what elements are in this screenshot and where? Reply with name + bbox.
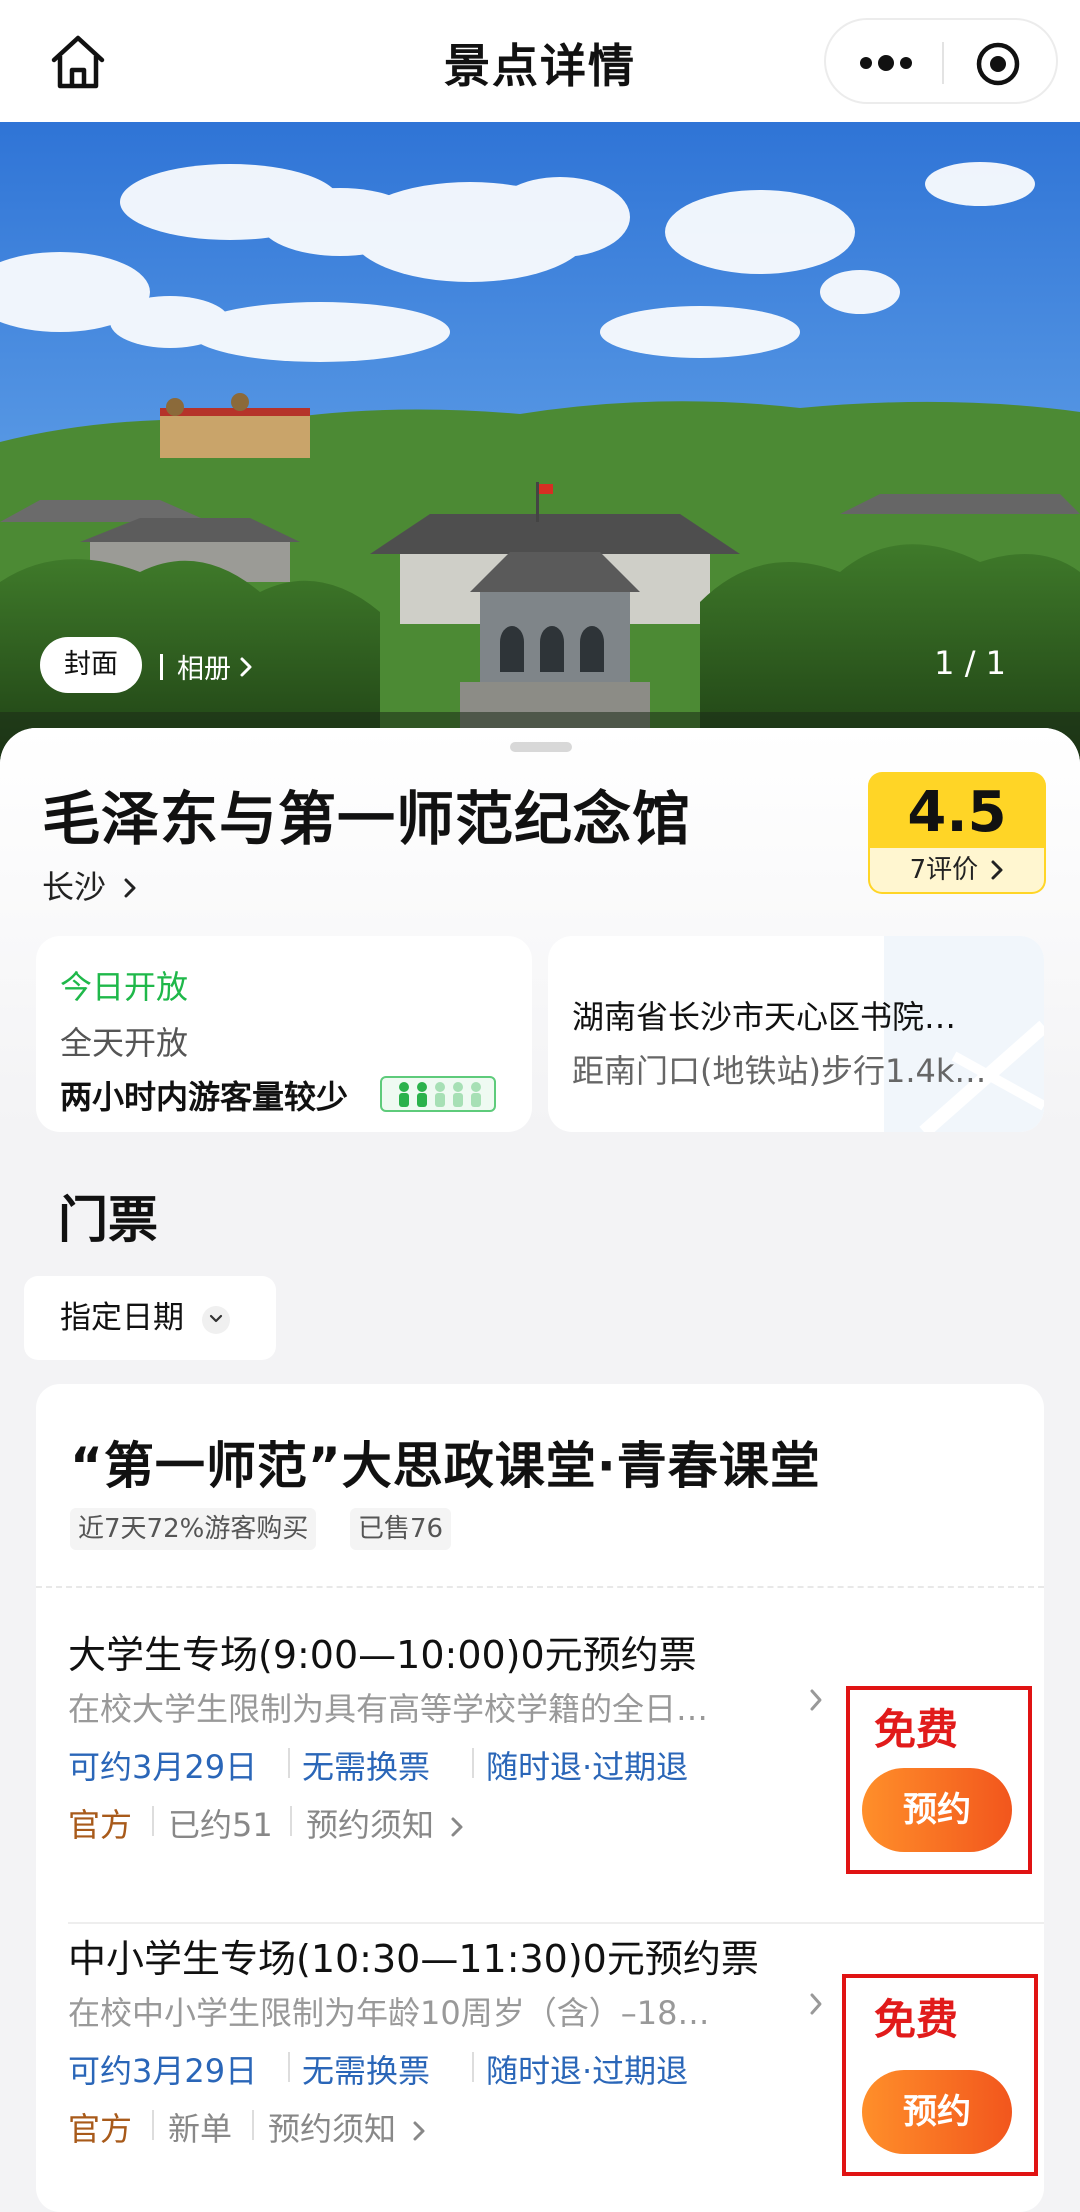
- attraction-name: 毛泽东与第一师范纪念馆: [42, 785, 692, 853]
- crowd-people-icon: [380, 1076, 496, 1112]
- top-bar: 景点详情: [0, 0, 1080, 122]
- meta-separator: [290, 1806, 292, 1836]
- ticket-name: 中小学生专场(10:30—11:30)0元预约票: [68, 1937, 759, 1981]
- feature-separator: [288, 2052, 290, 2082]
- review-count-label: 7评价: [909, 855, 979, 885]
- booking-notice-link[interactable]: 预约须知: [306, 1800, 464, 1846]
- crowd-level: 两小时内游客量较少: [60, 1078, 349, 1116]
- photo-counter: 1 / 1: [934, 644, 1006, 682]
- open-status: 今日开放: [60, 968, 189, 1006]
- available-date: 可约3月29日: [68, 1748, 258, 1786]
- price-free: 免费: [874, 1705, 959, 1754]
- distance-text: 距南门口(地铁站)步行1.4k…: [572, 1052, 987, 1090]
- sold-count-tag: 已售76: [350, 1508, 452, 1550]
- refund-policy: 随时退·过期退: [486, 2052, 689, 2090]
- rating-badge[interactable]: 4.5 7评价: [868, 772, 1046, 894]
- address-text: 湖南省长沙市天心区书院…: [572, 998, 957, 1036]
- meta-separator: [252, 2110, 254, 2140]
- official-badge: 官方: [68, 2110, 133, 2148]
- album-label: 相册: [177, 654, 231, 685]
- available-date: 可约3月29日: [68, 2052, 258, 2090]
- product-title[interactable]: “第一师范”大思政课堂·青春课堂: [70, 1426, 821, 1498]
- review-count: 7评价: [870, 848, 1044, 892]
- open-hours: 全天开放: [60, 1024, 189, 1062]
- chevron-right-icon: [413, 2121, 425, 2141]
- city-link[interactable]: 长沙: [42, 862, 138, 908]
- album-tab[interactable]: 相册: [160, 647, 253, 686]
- refund-policy: 随时退·过期退: [486, 1748, 689, 1786]
- booked-count: 已约51: [168, 1806, 273, 1844]
- chevron-right-icon: [451, 1817, 463, 1837]
- ticket-name: 大学生专场(9:00—10:00)0元预约票: [68, 1633, 697, 1677]
- ticket-description: 在校中小学生限制为年龄10周岁（含）–18…: [68, 1994, 710, 2032]
- album-separator: [160, 653, 163, 680]
- meta-separator: [152, 2110, 154, 2140]
- mini-program-capsule: [824, 18, 1058, 104]
- rating-score: 4.5: [907, 780, 1007, 845]
- new-listing-tag: 新单: [168, 2110, 233, 2148]
- item-divider: [68, 1922, 1044, 1924]
- booking-notice-label: 预约须知: [306, 1806, 435, 1844]
- address-card[interactable]: 湖南省长沙市天心区书院… 距南门口(地铁站)步行1.4k…: [548, 936, 1044, 1132]
- city-label: 长沙: [42, 868, 107, 906]
- cover-tab[interactable]: 封面: [40, 637, 142, 693]
- purchase-rate-tag: 近7天72%游客购买: [70, 1508, 317, 1550]
- chevron-right-icon: [124, 878, 136, 898]
- drag-handle[interactable]: [510, 742, 572, 752]
- date-filter-label: 指定日期: [60, 1300, 184, 1336]
- feature-separator: [472, 1748, 474, 1778]
- dashed-divider: [36, 1586, 1044, 1588]
- book-button[interactable]: 预约: [862, 1768, 1012, 1852]
- more-icon[interactable]: [854, 42, 918, 84]
- feature-separator: [472, 2052, 474, 2082]
- booking-notice-link[interactable]: 预约须知: [268, 2104, 426, 2150]
- opening-hours-card[interactable]: 今日开放 全天开放 两小时内游客量较少: [36, 936, 532, 1132]
- close-target-icon[interactable]: [974, 40, 1022, 88]
- official-badge: 官方: [68, 1806, 133, 1844]
- feature-separator: [288, 1748, 290, 1778]
- capsule-divider: [942, 42, 944, 84]
- tickets-section-title: 门票: [58, 1191, 158, 1249]
- no-exchange: 无需换票: [302, 1748, 431, 1786]
- ticket-description: 在校大学生限制为具有高等学校学籍的全日…: [68, 1690, 709, 1728]
- price-free: 免费: [874, 1995, 959, 2044]
- book-button[interactable]: 预约: [862, 2070, 1012, 2154]
- chevron-right-icon[interactable]: [808, 1986, 824, 2026]
- chevron-right-icon[interactable]: [808, 1682, 824, 1722]
- chevron-right-icon: [239, 656, 253, 678]
- hero-photo[interactable]: 封面 相册 1 / 1: [0, 122, 1080, 762]
- ticket-product-card: “第一师范”大思政课堂·青春课堂 近7天72%游客购买 已售76 大学生专场(9…: [36, 1384, 1044, 2212]
- date-filter-dropdown[interactable]: 指定日期: [24, 1276, 276, 1360]
- no-exchange: 无需换票: [302, 2052, 431, 2090]
- chevron-right-icon: [991, 860, 1003, 880]
- booking-notice-label: 预约须知: [268, 2110, 397, 2148]
- detail-sheet: 毛泽东与第一师范纪念馆 长沙 4.5 7评价 今日开放 全天开放 两小时内游客量…: [0, 728, 1080, 2212]
- meta-separator: [152, 1806, 154, 1836]
- chevron-down-icon: [201, 1305, 230, 1334]
